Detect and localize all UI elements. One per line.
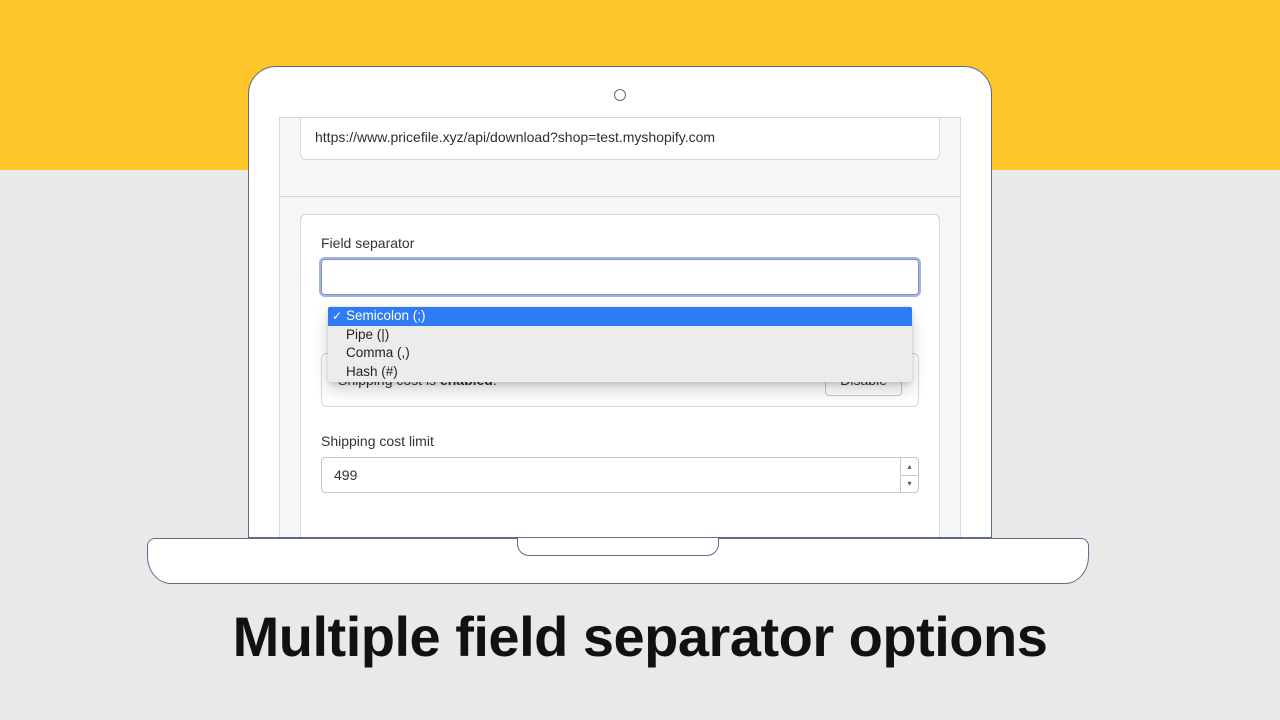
url-card-clip: https://www.pricefile.xyz/api/download?s…	[280, 118, 960, 160]
option-semicolon[interactable]: ✓ Semicolon (;)	[328, 307, 912, 326]
option-label: Comma (,)	[346, 345, 410, 360]
shipping-limit-label: Shipping cost limit	[321, 433, 919, 449]
spinner-up-icon[interactable]: ▴	[901, 458, 918, 476]
download-url-card: https://www.pricefile.xyz/api/download?s…	[300, 118, 940, 160]
download-url-value: https://www.pricefile.xyz/api/download?s…	[315, 129, 715, 145]
section-divider	[280, 196, 960, 197]
settings-card: Field separator ✓ Semicolon (;) Pipe (|)…	[300, 214, 940, 537]
app-viewport: https://www.pricefile.xyz/api/download?s…	[279, 117, 961, 537]
field-separator-dropdown[interactable]: ✓ Semicolon (;) Pipe (|) Comma (,) Hash …	[328, 306, 912, 382]
laptop-notch	[517, 538, 719, 556]
field-separator-label: Field separator	[321, 235, 919, 251]
spinner-down-icon[interactable]: ▾	[901, 476, 918, 493]
shipping-limit-block: Shipping cost limit 499 ▴ ▾	[321, 433, 919, 493]
laptop-base	[147, 538, 1089, 584]
laptop-screen: https://www.pricefile.xyz/api/download?s…	[248, 66, 992, 538]
option-label: Pipe (|)	[346, 327, 389, 342]
option-comma[interactable]: Comma (,)	[328, 344, 912, 363]
option-label: Semicolon (;)	[346, 308, 426, 323]
option-hash[interactable]: Hash (#)	[328, 363, 912, 382]
stage: https://www.pricefile.xyz/api/download?s…	[0, 0, 1280, 720]
field-separator-select[interactable]: ✓ Semicolon (;) Pipe (|) Comma (,) Hash …	[321, 259, 919, 295]
option-label: Hash (#)	[346, 364, 398, 379]
shipping-limit-value: 499	[334, 467, 357, 483]
check-icon: ✓	[332, 307, 342, 326]
shipping-limit-input[interactable]: 499 ▴ ▾	[321, 457, 919, 493]
option-pipe[interactable]: Pipe (|)	[328, 326, 912, 345]
camera-icon	[614, 89, 626, 101]
number-spinner: ▴ ▾	[900, 458, 918, 492]
marketing-headline: Multiple field separator options	[0, 604, 1280, 669]
